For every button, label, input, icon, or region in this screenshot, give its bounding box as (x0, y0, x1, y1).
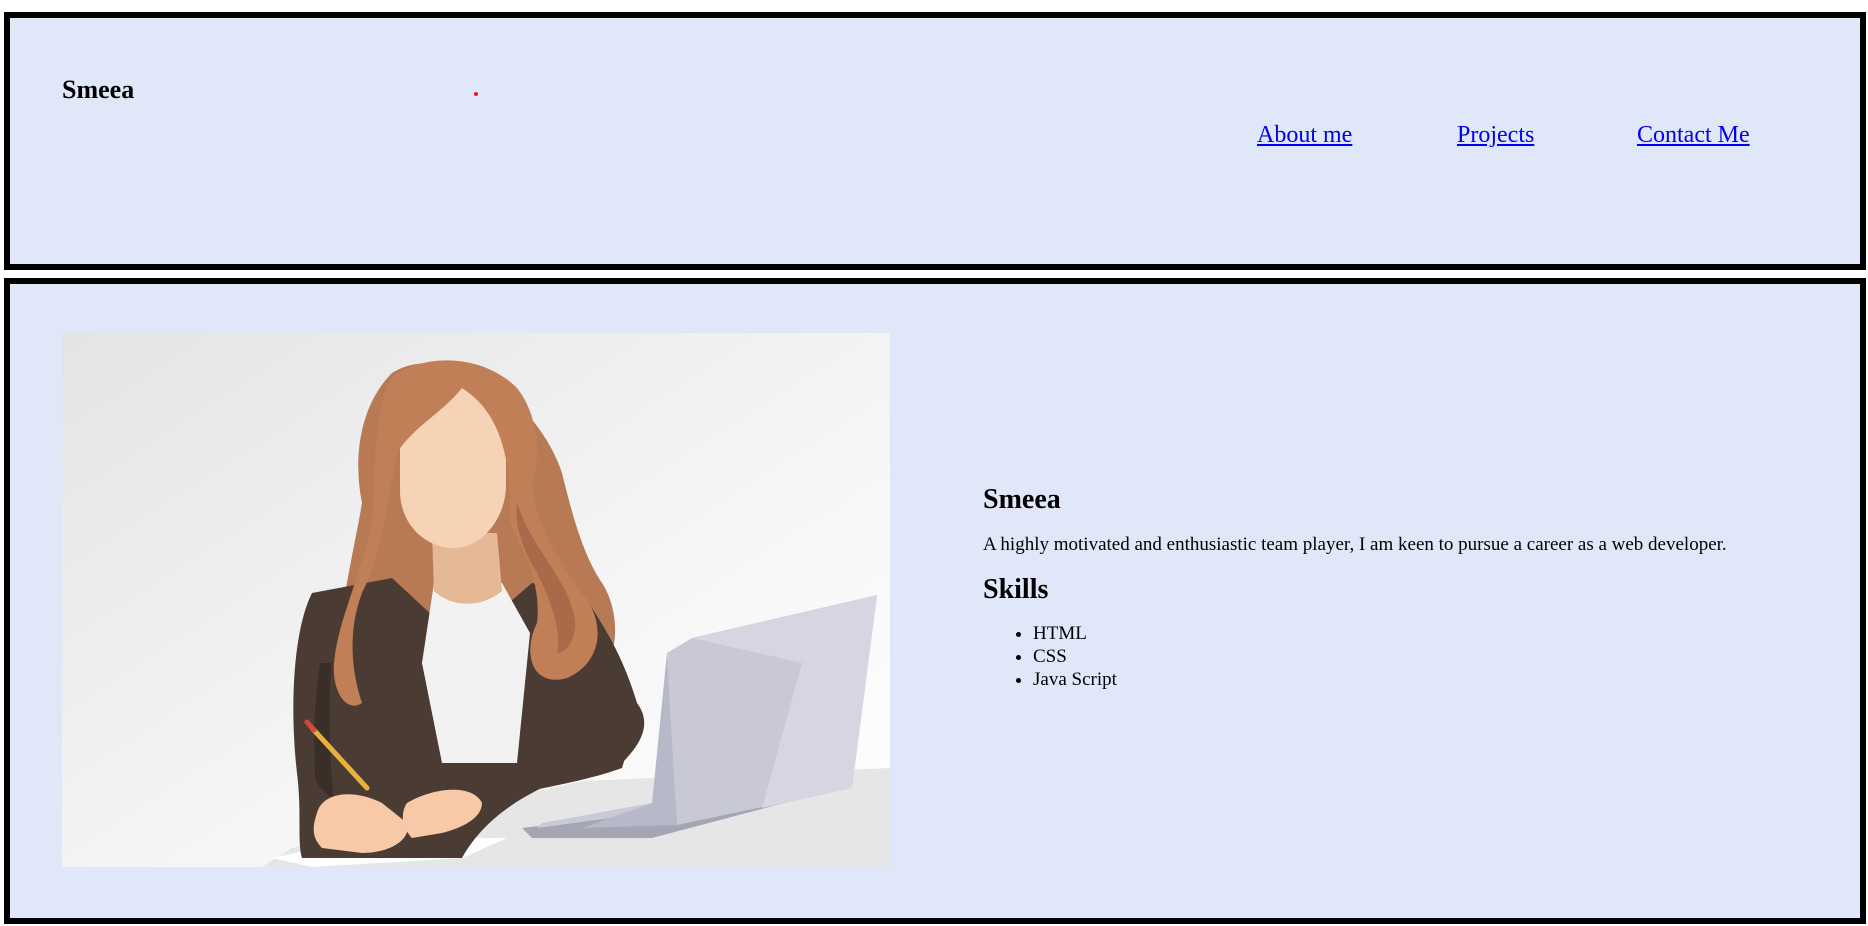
about-section: Smeea A highly motivated and enthusiasti… (983, 484, 1803, 691)
brand-logo[interactable]: Smeea (62, 75, 134, 105)
nav-link-contact-me[interactable]: Contact Me (1637, 122, 1750, 149)
skill-item-javascript: Java Script (1033, 668, 1803, 691)
skill-item-html: HTML (1033, 622, 1803, 645)
nav-link-about-me[interactable]: About me (1257, 122, 1352, 149)
skills-list: HTML CSS Java Script (983, 622, 1803, 691)
nav-link-projects[interactable]: Projects (1457, 122, 1534, 149)
hero-illustration (62, 333, 890, 867)
skills-heading: Skills (983, 574, 1049, 605)
red-dot-decoration (474, 92, 478, 96)
profile-bio: A highly motivated and enthusiastic team… (983, 534, 1727, 555)
skill-item-css: CSS (1033, 645, 1803, 668)
site-header: Smeea About me Projects Contact Me (4, 12, 1866, 270)
main-section: Smeea A highly motivated and enthusiasti… (4, 278, 1866, 924)
profile-name: Smeea (983, 484, 1061, 515)
